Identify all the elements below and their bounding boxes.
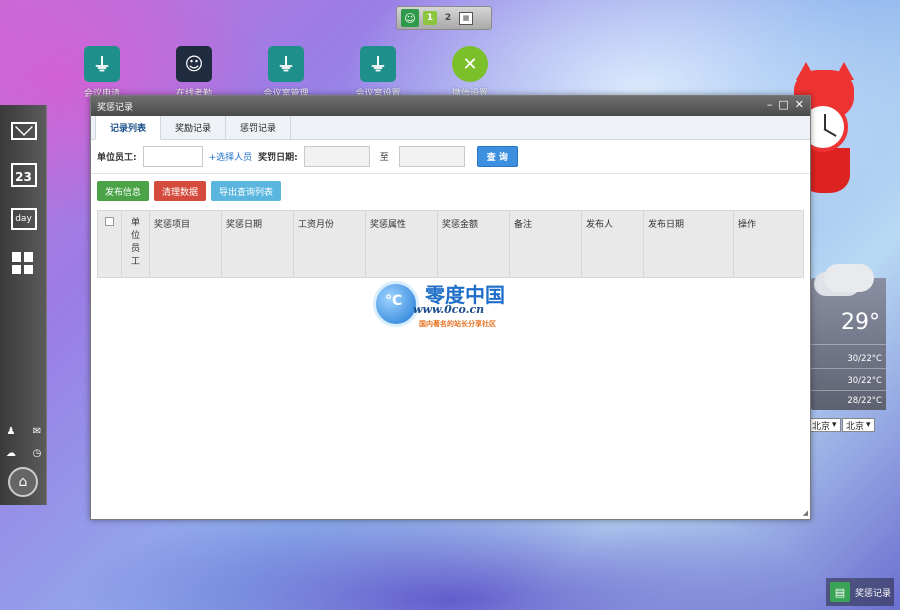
plug-icon: ⏚: [268, 46, 304, 82]
date-from-field[interactable]: [303, 146, 370, 167]
forecast-day-1: 30/22°C: [847, 354, 882, 364]
select-all-checkbox-cell: [97, 210, 122, 278]
dock-add-app[interactable]: [0, 241, 47, 285]
city-select-2[interactable]: 北京 ▾: [842, 418, 875, 432]
taskbar-reward-punish[interactable]: ▤ 奖惩记录: [826, 578, 894, 606]
app-icon: ▤: [830, 582, 850, 602]
column-header-amount[interactable]: 奖惩金额: [437, 210, 510, 278]
filter-bar: 单位员工: +选择人员 奖罚日期: 至 查 询: [91, 140, 810, 174]
column-header-item[interactable]: 奖惩项目: [149, 210, 222, 278]
desktop-pager: ☺ 1 2 ▦: [396, 6, 492, 30]
dock-day-view[interactable]: day: [0, 197, 47, 241]
dock-calendar[interactable]: 23: [0, 153, 47, 197]
column-header-date[interactable]: 奖惩日期: [221, 210, 294, 278]
cloud-icon: [824, 264, 874, 292]
message-icon[interactable]: ✉: [30, 425, 44, 437]
desktop-icon-wechat[interactable]: ✕ 微信设置: [440, 46, 500, 99]
resize-grip-icon[interactable]: ◢: [803, 509, 808, 517]
mail-icon: [10, 122, 37, 140]
contacts-icon[interactable]: ☺: [401, 9, 419, 27]
close-icon[interactable]: ✕: [795, 98, 804, 111]
plug-icon: ⏚: [360, 46, 396, 82]
calendar-icon[interactable]: ▦: [459, 11, 473, 25]
watermark-url: www.0co.cn: [413, 303, 485, 316]
add-app-icon: [11, 252, 36, 274]
query-button[interactable]: 查 询: [476, 146, 518, 167]
window-titlebar[interactable]: 奖惩记录 – □ ✕: [91, 96, 810, 116]
header-char: 位: [130, 231, 140, 241]
taskbar-label: 奖惩记录: [855, 588, 892, 599]
tab-punish-records[interactable]: 惩罚记录: [226, 115, 292, 139]
tab-bar: 记录列表 奖励记录 惩罚记录: [91, 115, 810, 140]
plug-icon: ⏚: [84, 46, 120, 82]
column-header-publish-date[interactable]: 发布日期: [643, 210, 734, 278]
column-header-salary-month[interactable]: 工资月份: [293, 210, 366, 278]
select-person-link[interactable]: +选择人员: [209, 150, 253, 163]
page-1-button[interactable]: 1: [423, 11, 437, 25]
left-dock: 23 day ♟ ✉ ☁ ◷ ⌂: [0, 105, 47, 505]
header-char: 员: [130, 244, 140, 254]
chevron-down-icon: ▾: [832, 420, 837, 430]
header-char: 工: [130, 257, 140, 267]
current-temperature: 29°: [841, 310, 880, 335]
watermark-slogan: 国内著名的站长分享社区: [419, 320, 496, 328]
date-to-field[interactable]: [398, 146, 465, 167]
clear-data-button[interactable]: 清理数据: [154, 181, 207, 201]
home-button[interactable]: ⌂: [8, 467, 38, 497]
to-label: 至: [379, 153, 389, 163]
calendar-icon: 23: [10, 163, 37, 187]
column-header-remark[interactable]: 备注: [509, 210, 582, 278]
employee-label: 单位员工:: [97, 153, 137, 163]
person-icon: ☺: [176, 46, 212, 82]
window-title: 奖惩记录: [97, 102, 134, 113]
forecast-day-2: 30/22°C: [847, 376, 882, 386]
day-view-icon: day: [10, 208, 37, 230]
weather-widget: 29° 30/22°C 30/22°C 28/22°C: [810, 264, 886, 410]
desktop-icon-meeting-apply[interactable]: ⏚ 会议申请: [72, 46, 132, 99]
forecast-day-3: 28/22°C: [847, 396, 882, 406]
city-select-value: 北京: [812, 421, 831, 432]
select-all-checkbox[interactable]: [105, 217, 114, 226]
desktop-icon-room-settings[interactable]: ⏚ 会议室设置: [348, 46, 408, 99]
desktop-icon-attendance[interactable]: ☺ 在线考勤: [164, 46, 224, 99]
tab-reward-records[interactable]: 奖励记录: [161, 115, 227, 139]
tab-record-list[interactable]: 记录列表: [95, 116, 162, 140]
user-icon[interactable]: ♟: [4, 425, 18, 437]
city-select-1[interactable]: 北京 ▾: [808, 418, 841, 432]
weather-small-icon[interactable]: ☁: [4, 447, 18, 459]
minimize-icon[interactable]: –: [767, 98, 773, 111]
watermark-emblem-text: °C: [385, 293, 403, 309]
page-2-button[interactable]: 2: [441, 11, 455, 25]
maximize-icon[interactable]: □: [778, 98, 788, 111]
city-select-value: 北京: [846, 421, 865, 432]
column-header-operation[interactable]: 操作: [733, 210, 804, 278]
column-header-attribute[interactable]: 奖惩属性: [365, 210, 438, 278]
clock-icon[interactable]: ◷: [30, 447, 44, 459]
employee-field[interactable]: [142, 146, 203, 167]
column-header-unit-employee[interactable]: 单 位 员 工: [121, 210, 150, 278]
x-icon: ✕: [452, 46, 488, 82]
date-label: 奖罚日期:: [258, 153, 298, 163]
chevron-down-icon: ▾: [866, 420, 871, 430]
publish-button[interactable]: 发布信息: [97, 181, 150, 201]
watermark-logo: °C 零度中国 www.0co.cn 国内著名的站长分享社区: [373, 281, 533, 333]
export-list-button[interactable]: 导出查询列表: [211, 181, 282, 201]
reward-punish-window: 奖惩记录 – □ ✕ 记录列表 奖励记录 惩罚记录 单位员工: +选择人员 奖罚…: [90, 95, 811, 520]
dock-mail[interactable]: [0, 109, 47, 153]
desktop-icon-room-manage[interactable]: ⏚ 会议室管理: [256, 46, 316, 99]
action-bar: 发布信息 清理数据 导出查询列表: [91, 174, 810, 208]
records-table: 单 位 员 工 奖惩项目 奖惩日期 工资月份 奖惩属性 奖惩金额 备注 发布人 …: [97, 210, 804, 278]
table-header-row: 单 位 员 工 奖惩项目 奖惩日期 工资月份 奖惩属性 奖惩金额 备注 发布人 …: [97, 210, 804, 278]
header-char: 单: [130, 218, 140, 228]
column-header-publisher[interactable]: 发布人: [581, 210, 644, 278]
